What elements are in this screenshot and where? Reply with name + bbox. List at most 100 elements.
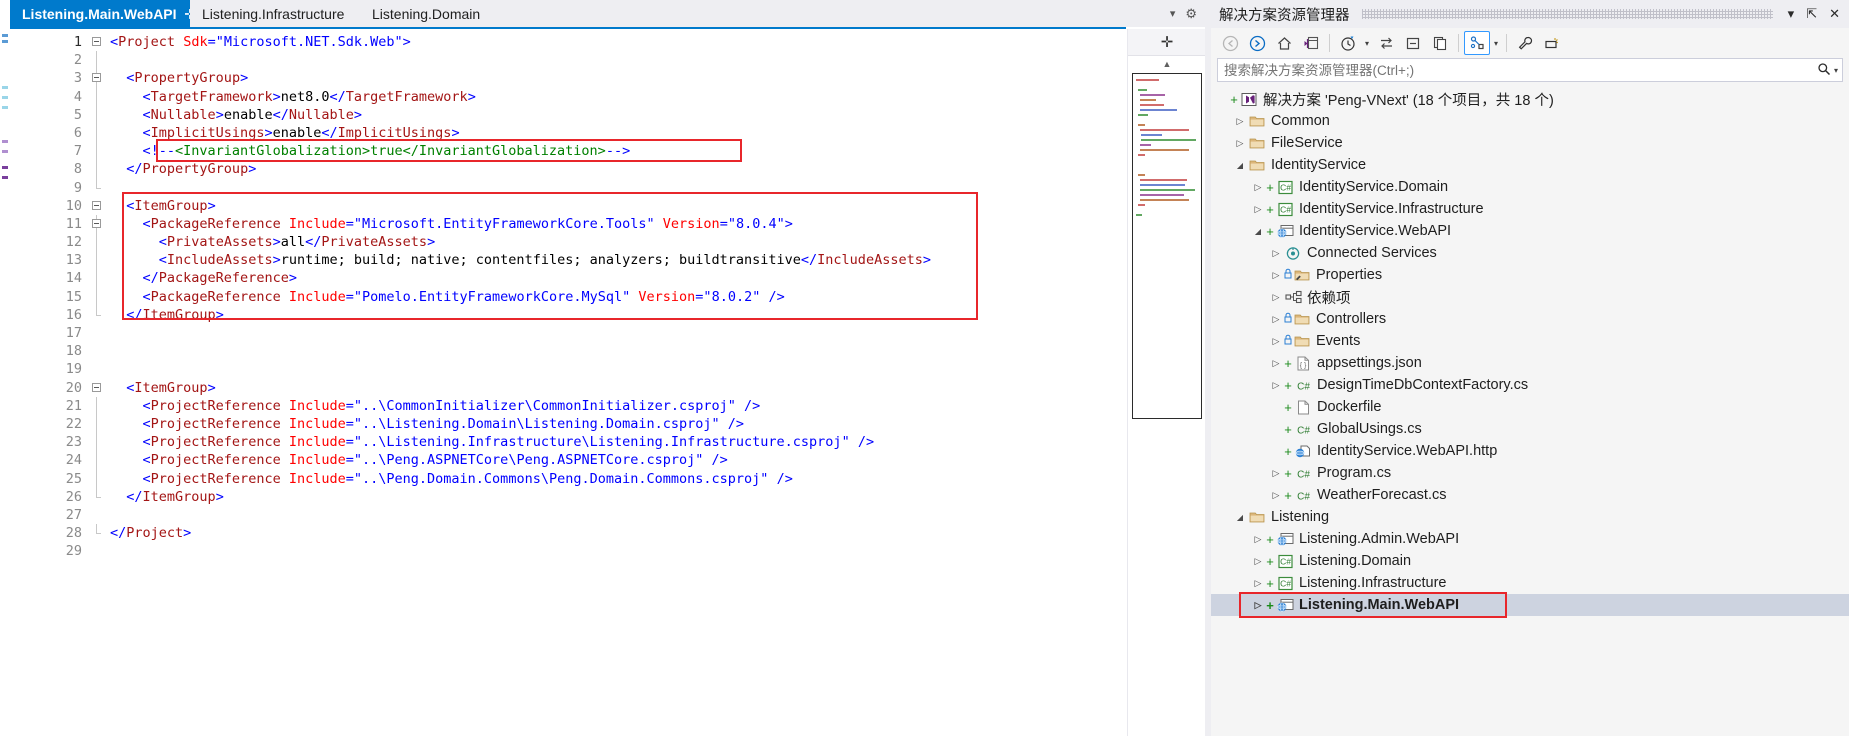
- tree-node[interactable]: + Dockerfile: [1211, 396, 1849, 418]
- pending-changes-caret-icon[interactable]: ▾: [1362, 39, 1372, 48]
- chevron-right-icon[interactable]: ▷: [1251, 204, 1265, 215]
- tab-listening-main-webapi[interactable]: Listening.Main.WebAPI ⊹ ✕: [10, 0, 213, 27]
- code-line[interactable]: <ProjectReference Include="..\Peng.ASPNE…: [110, 451, 1127, 469]
- properties-view-icon[interactable]: [1464, 31, 1490, 55]
- solution-tree[interactable]: + 解决方案 'Peng-VNext' (18 个项目，共 18 个) ▷ Commo…: [1211, 86, 1849, 736]
- tree-node[interactable]: ◢ + IdentityService.WebAPI: [1211, 220, 1849, 242]
- search-options-caret-icon[interactable]: ▾: [1834, 66, 1838, 75]
- show-all-files-icon[interactable]: [1427, 31, 1453, 55]
- chevron-right-icon[interactable]: ▷: [1269, 490, 1283, 501]
- tree-node[interactable]: + C# GlobalUsings.cs: [1211, 418, 1849, 440]
- chevron-right-icon[interactable]: ▷: [1251, 600, 1265, 611]
- fold-row[interactable]: [88, 379, 110, 397]
- fold-row[interactable]: [88, 33, 110, 51]
- code-line[interactable]: [110, 324, 1127, 342]
- tree-node[interactable]: + 解决方案 'Peng-VNext' (18 个项目，共 18 个): [1211, 88, 1849, 110]
- code-line[interactable]: [110, 51, 1127, 69]
- tree-node[interactable]: ▷ Controllers: [1211, 308, 1849, 330]
- split-view-handle[interactable]: ✛: [1128, 29, 1205, 56]
- collapse-all-icon[interactable]: [1400, 31, 1426, 55]
- chevron-down-icon[interactable]: ◢: [1233, 161, 1247, 170]
- collapse-icon[interactable]: [92, 73, 101, 83]
- code-line[interactable]: <IncludeAssets>runtime; build; native; c…: [110, 251, 1127, 269]
- tree-node[interactable]: ▷ + C# Program.cs: [1211, 462, 1849, 484]
- tree-node[interactable]: ▷ Events: [1211, 330, 1849, 352]
- code-line[interactable]: </ItemGroup>: [110, 488, 1127, 506]
- code-line[interactable]: [110, 179, 1127, 197]
- code-line[interactable]: <Project Sdk="Microsoft.NET.Sdk.Web">: [110, 33, 1127, 51]
- fold-row[interactable]: [88, 197, 110, 215]
- code-line[interactable]: </ItemGroup>: [110, 306, 1127, 324]
- tree-node[interactable]: ▷ + C# IdentityService.Infrastructure: [1211, 198, 1849, 220]
- chevron-down-icon[interactable]: ▾: [1170, 7, 1176, 20]
- collapse-icon[interactable]: [92, 200, 101, 210]
- search-icon[interactable]: [1817, 62, 1831, 79]
- code-minimap[interactable]: [1132, 73, 1202, 419]
- pin-icon[interactable]: ⇱: [1803, 6, 1820, 22]
- code-line[interactable]: </Project>: [110, 524, 1127, 542]
- tree-node[interactable]: ▷ + C# Listening.Infrastructure: [1211, 572, 1849, 594]
- chevron-right-icon[interactable]: ▷: [1269, 314, 1283, 325]
- switch-views-icon[interactable]: [1298, 31, 1324, 55]
- fold-row[interactable]: [88, 214, 110, 234]
- tree-node[interactable]: ▷ 依赖项: [1211, 286, 1849, 308]
- close-icon[interactable]: ✕: [1826, 6, 1843, 22]
- tree-node[interactable]: ▷ Common: [1211, 110, 1849, 132]
- properties-window-icon[interactable]: [1512, 31, 1538, 55]
- code-line[interactable]: <ProjectReference Include="..\CommonInit…: [110, 397, 1127, 415]
- chevron-right-icon[interactable]: ▷: [1269, 292, 1283, 303]
- solution-explorer-search[interactable]: ▾: [1217, 58, 1843, 82]
- chevron-right-icon[interactable]: ▷: [1269, 248, 1283, 259]
- chevron-right-icon[interactable]: ▷: [1251, 534, 1265, 545]
- tree-node[interactable]: ▷ Properties: [1211, 264, 1849, 286]
- drag-handle-dots[interactable]: [1361, 9, 1773, 19]
- code-line[interactable]: </PropertyGroup>: [110, 160, 1127, 178]
- tab-listening-domain[interactable]: Listening.Domain: [360, 0, 500, 27]
- tree-node[interactable]: ▷ + Listening.Admin.WebAPI: [1211, 528, 1849, 550]
- code-line[interactable]: <Nullable>enable</Nullable>: [110, 106, 1127, 124]
- properties-view-caret-icon[interactable]: ▾: [1491, 39, 1501, 48]
- tree-node[interactable]: ▷ + C# WeatherForecast.cs: [1211, 484, 1849, 506]
- collapse-icon[interactable]: [92, 382, 101, 392]
- chevron-right-icon[interactable]: ▷: [1233, 116, 1247, 127]
- code-line[interactable]: <ItemGroup>: [110, 379, 1127, 397]
- code-line[interactable]: <ProjectReference Include="..\Listening.…: [110, 433, 1127, 451]
- code-text-area[interactable]: <Project Sdk="Microsoft.NET.Sdk.Web"> <P…: [110, 29, 1127, 736]
- gear-icon[interactable]: ⚙: [1185, 6, 1197, 22]
- tree-node[interactable]: ▷ + C# IdentityService.Domain: [1211, 176, 1849, 198]
- tree-node[interactable]: ▷ Connected Services: [1211, 242, 1849, 264]
- preview-selected-items-icon[interactable]: [1539, 31, 1565, 55]
- code-line[interactable]: <TargetFramework>net8.0</TargetFramework…: [110, 88, 1127, 106]
- chevron-down-icon[interactable]: ◢: [1233, 513, 1247, 522]
- chevron-down-icon[interactable]: ◢: [1251, 227, 1265, 236]
- back-icon[interactable]: [1217, 31, 1243, 55]
- chevron-right-icon[interactable]: ▷: [1233, 138, 1247, 149]
- code-line[interactable]: <PropertyGroup>: [110, 69, 1127, 87]
- code-line[interactable]: [110, 542, 1127, 560]
- chevron-right-icon[interactable]: ▷: [1251, 556, 1265, 567]
- scroll-up-button[interactable]: ▲: [1128, 56, 1205, 72]
- sync-with-active-document-icon[interactable]: [1373, 31, 1399, 55]
- fold-row[interactable]: [88, 69, 110, 88]
- tree-node[interactable]: ▷ + C# Listening.Domain: [1211, 550, 1849, 572]
- collapse-icon[interactable]: [92, 37, 101, 46]
- chevron-right-icon[interactable]: ▷: [1251, 578, 1265, 589]
- chevron-right-icon[interactable]: ▷: [1269, 380, 1283, 391]
- collapse-icon[interactable]: [92, 218, 101, 228]
- code-line[interactable]: <PackageReference Include="Pomelo.Entity…: [110, 288, 1127, 306]
- code-line[interactable]: <ProjectReference Include="..\Listening.…: [110, 415, 1127, 433]
- code-line[interactable]: [110, 360, 1127, 378]
- code-line[interactable]: <PrivateAssets>all</PrivateAssets>: [110, 233, 1127, 251]
- search-input[interactable]: [1224, 62, 1817, 78]
- chevron-down-icon[interactable]: ▾: [1785, 6, 1798, 22]
- code-line[interactable]: </PackageReference>: [110, 269, 1127, 287]
- chevron-right-icon[interactable]: ▷: [1269, 336, 1283, 347]
- code-line[interactable]: [110, 506, 1127, 524]
- tree-node[interactable]: + IdentityService.WebAPI.http: [1211, 440, 1849, 462]
- chevron-right-icon[interactable]: ▷: [1251, 182, 1265, 193]
- tree-node[interactable]: ▷ + C# DesignTimeDbContextFactory.cs: [1211, 374, 1849, 396]
- tree-node[interactable]: ▷ + { } appsettings.json: [1211, 352, 1849, 374]
- tab-listening-infrastructure[interactable]: Listening.Infrastructure: [190, 0, 360, 27]
- chevron-right-icon[interactable]: ▷: [1269, 358, 1283, 369]
- code-line[interactable]: <!--<InvariantGlobalization>true</Invari…: [110, 142, 1127, 160]
